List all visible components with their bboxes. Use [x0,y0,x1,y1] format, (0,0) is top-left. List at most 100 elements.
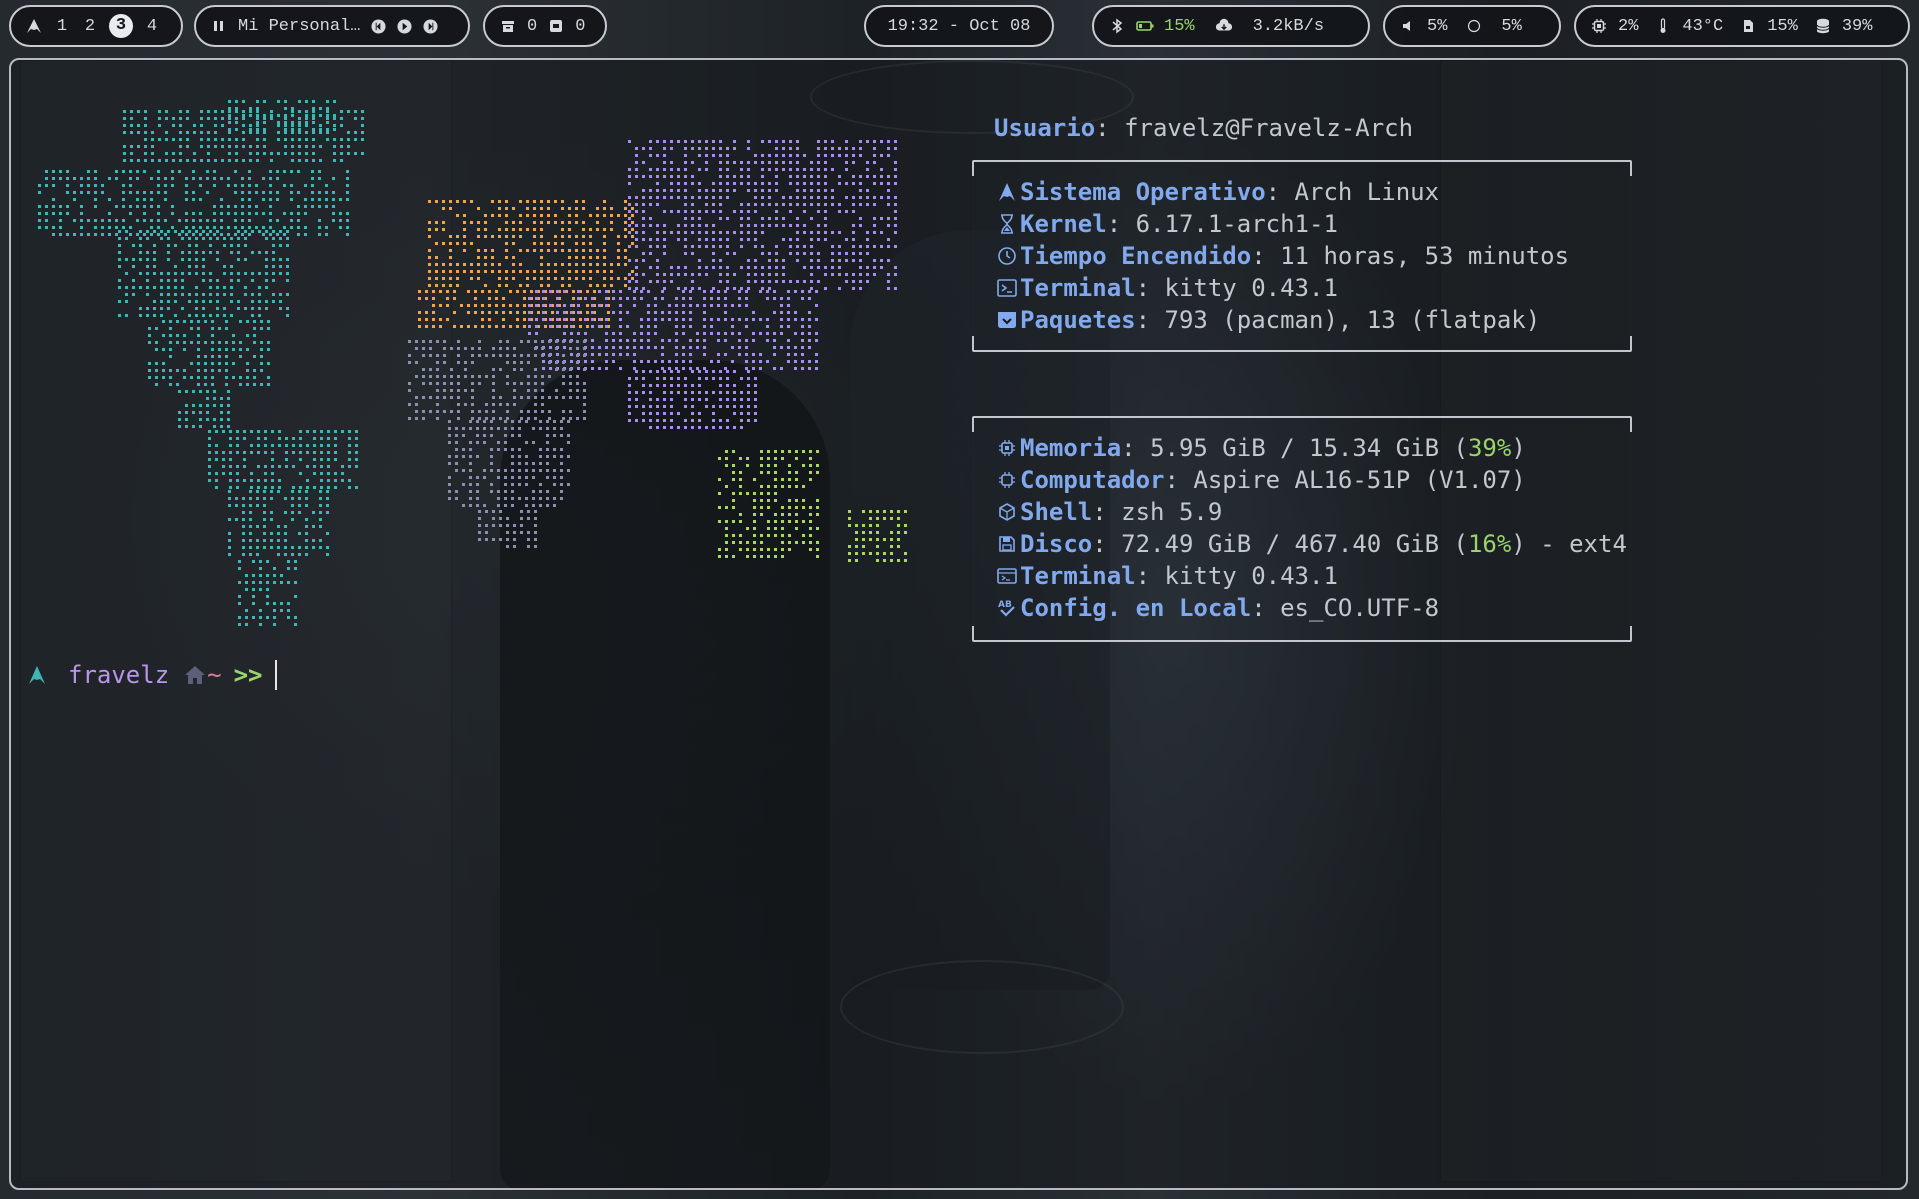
cloud-download-icon[interactable] [1215,17,1233,35]
fetch-row-shell: Shell: zsh 5.9 [994,496,1222,528]
fetch-row-computer: Computador: Aspire AL16-51P (V1.07) [994,464,1526,496]
media-pill: Mi Personal… [194,5,470,47]
fetch-row-terminal: Terminal: kitty 0.43.1 [994,560,1338,592]
tray-count-2: 0 [575,16,586,36]
network-speed: 3.2kB/s [1252,16,1325,36]
svg-text:AB: AB [998,600,1012,610]
map-region-4 [528,140,897,429]
terminal-window-icon [994,567,1020,585]
computer-label: Computador [1020,466,1165,494]
fetch-value: 11 horas, 53 minutos [1280,242,1570,270]
clock-pill[interactable]: 19:32 - Oct 08 [864,5,1054,47]
fetch-row-locale: AB Config. en Local: es_CO.UTF-8 [994,592,1439,624]
play-icon[interactable] [396,17,412,35]
archive-icon[interactable] [499,17,517,35]
map-region-6 [718,450,907,562]
package-icon [994,310,1020,330]
tray-count-1: 0 [527,16,538,36]
memory-pct: 39% [1467,434,1512,462]
top-bar: 1 2 3 4 Mi Personal… 0 0 19:32 - Oct 08 [0,5,1919,49]
shell-value: zsh 5.9 [1121,498,1223,526]
fetch-value: kitty 0.43.1 [1164,274,1338,302]
arch-prompt-icon [28,665,46,685]
fetch-value: 793 (pacman), 13 (flatpak) [1164,306,1541,334]
user-value: fravelz@Fravelz-Arch [1124,114,1414,142]
fetch-row-terminal: Terminal: kitty 0.43.1 [994,272,1338,304]
package-box-icon[interactable] [547,17,565,35]
cpu-icon[interactable] [1590,17,1608,35]
fetch-user-line: Usuario: fravelz@Fravelz-Arch [994,114,1414,142]
memory-close: ) [1511,434,1526,462]
fetch-label: Paquetes [1020,306,1136,334]
fetch-value: Arch Linux [1294,178,1440,206]
world-map-ascii-art [38,100,907,626]
system-pill: 2% 43°C 15% 39% [1574,5,1910,47]
thermometer-icon[interactable] [1654,17,1672,35]
media-title[interactable]: Mi Personal… [238,17,360,36]
locale-value: es_CO.UTF-8 [1280,594,1440,622]
workspace-3-active[interactable]: 3 [109,14,133,38]
memory-card-icon[interactable] [1739,17,1757,35]
fetch-row-disk: Disco: 72.49 GiB / 467.40 GiB (16%) - ex… [994,528,1627,560]
bluetooth-icon[interactable] [1108,17,1126,35]
arch-icon [994,182,1020,202]
floppy-disk-icon [994,535,1020,553]
fetch-row-kernel: Kernel: 6.17.1-arch1-1 [994,208,1338,240]
cpu-percent: 2% [1618,16,1639,36]
status-pill: 15% 3.2kB/s [1092,5,1370,47]
brightness-percent[interactable]: 5% [1501,17,1521,36]
hourglass-icon [994,214,1020,234]
fetch-label: Tiempo Encendido [1020,242,1252,270]
brightness-icon[interactable] [1465,17,1483,35]
map-region-3 [418,200,634,328]
fetch-value: 6.17.1-arch1-1 [1135,210,1338,238]
memory-label: Memoria [1020,434,1122,462]
map-region-2 [208,430,358,626]
fetch-label: Sistema Operativo [1020,178,1266,206]
terminal-label-2: Terminal [1020,562,1136,590]
volume-percent[interactable]: 5% [1427,17,1447,36]
disk-label: Disco [1020,530,1093,558]
shell-label: Shell [1020,498,1093,526]
terminal-icon [994,278,1020,298]
map-region-5 [408,340,586,548]
pause-icon[interactable] [210,17,228,35]
database-icon[interactable] [1814,17,1832,35]
home-icon [183,664,207,686]
temperature: 43°C [1682,16,1724,36]
disk-tail: ) - ext4 [1511,530,1627,558]
clock-icon [994,246,1020,266]
prompt-symbol: >> [233,661,263,689]
fetch-label: Terminal [1020,274,1136,302]
memory-chip-icon [994,439,1020,457]
computer-value: Aspire AL16-51P (V1.07) [1193,466,1526,494]
fetch-row-tiempo-encendido: Tiempo Encendido: 11 horas, 53 minutos [994,240,1569,272]
fetch-label: Kernel [1020,210,1107,238]
map-region-0 [38,110,364,428]
workspace-2[interactable]: 2 [81,17,99,36]
next-track-icon[interactable] [422,17,438,35]
disk-pct: 16% [1467,530,1512,558]
fetch-row-sistema-operativo: Sistema Operativo: Arch Linux [994,176,1439,208]
fetch-row-paquetes: Paquetes: 793 (pacman), 13 (flatpak) [994,304,1540,336]
locale-label: Config. en Local [1020,594,1252,622]
volume-icon[interactable] [1399,17,1417,35]
workspace-4[interactable]: 4 [143,17,161,36]
disk-value: 72.49 GiB / 467.40 GiB ( [1121,530,1468,558]
prompt-dir: ~ [207,661,222,689]
text-cursor [274,660,277,690]
shell-prompt[interactable]: fravelz ~ >> [28,655,277,695]
previous-track-icon[interactable] [370,17,386,35]
workspace-1[interactable]: 1 [53,17,71,36]
battery-icon[interactable] [1136,17,1154,35]
tray-pill: 0 0 [483,5,607,47]
user-label: Usuario [994,114,1096,142]
spellcheck-icon: AB [994,598,1020,618]
audio-pill: 5% 5% [1383,5,1561,47]
cube-icon [994,503,1020,521]
arch-logo-icon[interactable] [25,17,43,35]
clock-text: 19:32 - Oct 08 [887,16,1031,36]
fetch-row-memory: Memoria: 5.95 GiB / 15.34 GiB (39%) [994,432,1526,464]
workspaces-pill: 1 2 3 4 [9,5,183,47]
memory-value: 5.95 GiB / 15.34 GiB ( [1150,434,1468,462]
